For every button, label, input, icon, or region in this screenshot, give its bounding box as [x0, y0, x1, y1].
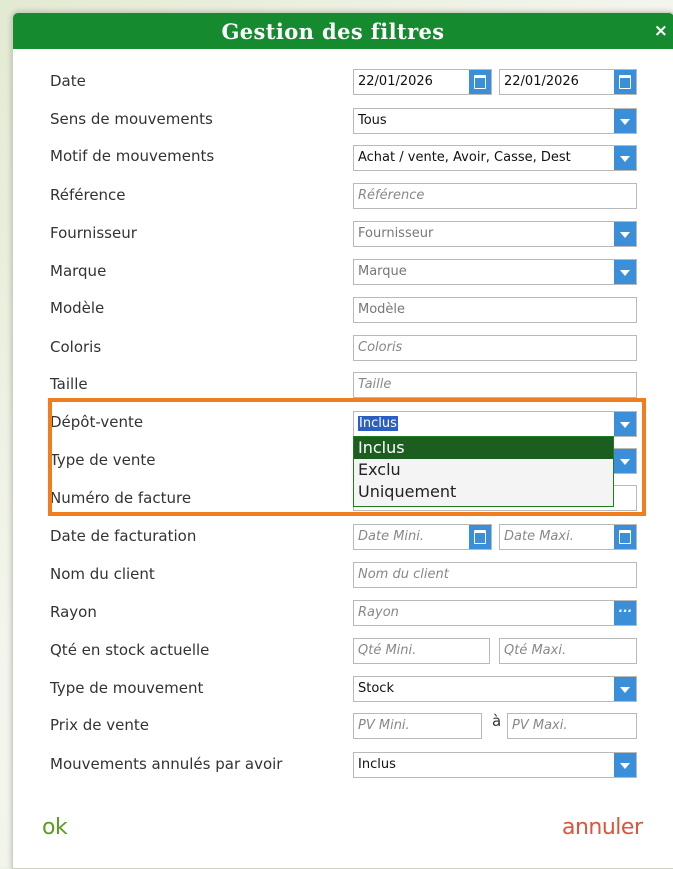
fournisseur-value: Fournisseur [358, 226, 434, 241]
depot-vente-value: Inclus [358, 416, 398, 431]
sens-value: Tous [358, 113, 387, 128]
label-depot-vente: Dépôt-vente [50, 413, 144, 431]
date-facturation-max-input[interactable]: Date Maxi. [499, 524, 637, 550]
label-nom-client: Nom du client [50, 565, 155, 583]
more-icon[interactable]: ··· [614, 601, 636, 625]
motif-value: Achat / vente, Avoir, Casse, Dest [358, 150, 571, 165]
marque-select[interactable]: Marque [353, 259, 637, 285]
chevron-down-icon[interactable] [614, 753, 636, 777]
type-mouvement-select[interactable]: Stock [353, 676, 637, 702]
label-motif: Motif de mouvements [50, 147, 215, 165]
option-inclus[interactable]: Inclus [354, 437, 613, 459]
annules-avoir-value: Inclus [358, 757, 396, 772]
sens-select[interactable]: Tous [353, 108, 637, 134]
depot-vente-options: Inclus Exclu Uniquement [353, 436, 614, 507]
rayon-placeholder: Rayon [358, 605, 399, 620]
pv-min-input[interactable]: PV Mini. [353, 713, 482, 739]
date-facturation-min-input[interactable]: Date Mini. [353, 524, 492, 550]
range-separator: à [492, 712, 502, 730]
type-mouvement-value: Stock [358, 681, 394, 696]
fournisseur-select[interactable]: Fournisseur [353, 221, 637, 247]
label-marque: Marque [50, 262, 107, 280]
option-uniquement[interactable]: Uniquement [354, 481, 613, 503]
label-numero-facture: Numéro de facture [50, 489, 192, 507]
label-fournisseur: Fournisseur [50, 224, 137, 242]
nom-client-input[interactable]: Nom du client [353, 562, 637, 588]
chevron-down-icon[interactable] [614, 412, 636, 436]
chevron-down-icon[interactable] [614, 677, 636, 701]
dialog-titlebar: Gestion des filtres × [13, 13, 673, 49]
date-max-placeholder: Date Maxi. [504, 529, 574, 544]
calendar-icon[interactable] [614, 525, 636, 549]
chevron-down-icon[interactable] [614, 109, 636, 133]
label-modele: Modèle [50, 299, 105, 317]
calendar-icon[interactable] [469, 525, 491, 549]
marque-value: Marque [358, 264, 407, 279]
dialog-title: Gestion des filtres [221, 19, 445, 44]
cancel-button[interactable]: annuler [562, 815, 643, 840]
annules-avoir-select[interactable]: Inclus [353, 752, 637, 778]
chevron-down-icon[interactable] [614, 146, 636, 170]
label-taille: Taille [50, 375, 88, 393]
label-type-mouvement: Type de mouvement [50, 679, 204, 697]
label-coloris: Coloris [50, 338, 102, 356]
ok-button[interactable]: ok [42, 815, 68, 840]
modele-input[interactable]: Modèle [353, 297, 637, 323]
date-to-value: 22/01/2026 [504, 74, 579, 89]
coloris-input[interactable]: Coloris [353, 335, 637, 361]
label-reference: Référence [50, 186, 126, 204]
calendar-icon[interactable] [614, 70, 636, 94]
motif-select[interactable]: Achat / vente, Avoir, Casse, Dest [353, 145, 637, 171]
close-icon[interactable]: × [654, 13, 668, 49]
date-from-value: 22/01/2026 [358, 74, 433, 89]
pv-max-input[interactable]: PV Maxi. [507, 713, 637, 739]
qte-min-input[interactable]: Qté Mini. [353, 638, 490, 664]
label-type-vente: Type de vente [50, 451, 156, 469]
chevron-down-icon[interactable] [614, 260, 636, 284]
reference-input[interactable]: Référence [353, 183, 637, 209]
label-annules-avoir: Mouvements annulés par avoir [50, 755, 283, 773]
label-qte-stock: Qté en stock actuelle [50, 641, 210, 659]
label-date-facturation: Date de facturation [50, 527, 197, 545]
date-to-input[interactable]: 22/01/2026 [499, 69, 637, 95]
depot-vente-select[interactable]: Inclus [353, 411, 637, 437]
label-sens: Sens de mouvements [50, 110, 213, 128]
chevron-down-icon[interactable] [614, 222, 636, 246]
option-exclu[interactable]: Exclu [354, 459, 613, 481]
calendar-icon[interactable] [469, 70, 491, 94]
label-rayon: Rayon [50, 603, 97, 621]
rayon-input[interactable]: Rayon ··· [353, 600, 637, 626]
qte-max-input[interactable]: Qté Maxi. [499, 638, 637, 664]
date-min-placeholder: Date Mini. [358, 529, 425, 544]
label-prix-vente: Prix de vente [50, 716, 150, 734]
label-date: Date [50, 72, 86, 90]
taille-input[interactable]: Taille [353, 372, 637, 398]
date-from-input[interactable]: 22/01/2026 [353, 69, 492, 95]
chevron-down-icon[interactable] [614, 449, 636, 473]
